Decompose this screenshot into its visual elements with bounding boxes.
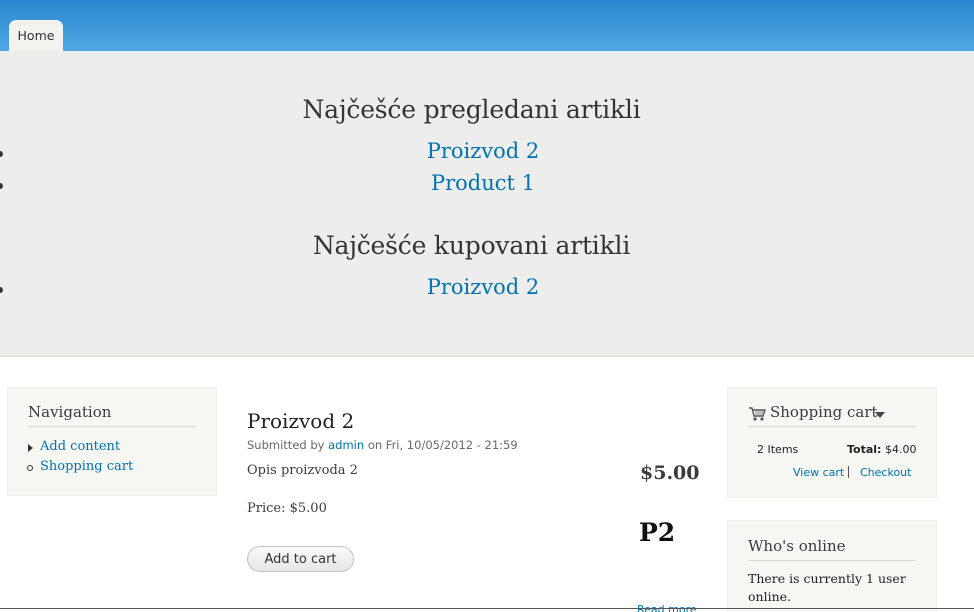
whos-online-text: There is currently 1 user online.	[748, 571, 906, 604]
expanded-arrow-icon	[28, 444, 33, 452]
submitted-info: Submitted by admin on Fri, 10/05/2012 - …	[247, 438, 518, 452]
most-viewed-heading: Najčešće pregledani artikli	[302, 95, 641, 124]
featured-region: Najčešće pregledani artikli Proizvod 2 P…	[0, 51, 974, 357]
whos-online-block: Who's online There is currently 1 user o…	[727, 520, 937, 612]
whos-online-title: Who's online	[748, 537, 846, 555]
author-link[interactable]: admin	[328, 438, 364, 452]
node-title[interactable]: Proizvod 2	[247, 409, 354, 433]
most-bought-item[interactable]: Proizvod 2	[0, 275, 966, 299]
display-price: $5.00	[640, 462, 700, 484]
navigation-divider	[28, 426, 196, 427]
most-bought-heading: Najčešće kupovani artikli	[312, 231, 631, 260]
submitted-prefix: Submitted by	[247, 438, 325, 452]
most-viewed-item[interactable]: Product 1	[0, 171, 966, 195]
chevron-down-icon[interactable]	[875, 412, 885, 418]
navigation-block: Navigation Add content Shopping cart	[7, 387, 217, 496]
price-value: $5.00	[289, 501, 327, 516]
nav-item-add-content[interactable]: Add content	[40, 439, 120, 454]
header-bar: Home	[0, 0, 974, 51]
cart-total-value: $4.00	[884, 443, 917, 456]
cart-title[interactable]: Shopping cart	[770, 403, 878, 421]
cart-icon	[749, 407, 766, 421]
nav-item-shopping-cart[interactable]: Shopping cart	[40, 459, 133, 474]
bottom-divider	[0, 608, 974, 609]
product-sku: P2	[639, 518, 676, 547]
cart-link-separator	[848, 466, 849, 478]
price-label: Price:	[247, 501, 286, 516]
view-cart-link[interactable]: View cart	[793, 466, 844, 479]
add-to-cart-button[interactable]: Add to cart	[247, 546, 354, 572]
navigation-title: Navigation	[28, 403, 112, 421]
shopping-cart-block: Shopping cart 2 Items Total: $4.00 View …	[727, 387, 937, 498]
cart-item-count: 2 Items	[757, 443, 799, 456]
tab-home[interactable]: Home	[9, 20, 63, 51]
submitted-date: on Fri, 10/05/2012 - 21:59	[367, 438, 518, 452]
most-viewed-item[interactable]: Proizvod 2	[0, 139, 966, 163]
leaf-circle-icon	[27, 465, 33, 471]
whos-online-divider	[748, 560, 916, 561]
price-field: Price: $5.00	[247, 501, 327, 516]
cart-total-label: Total:	[847, 443, 882, 456]
node-body: Opis proizvoda 2	[247, 463, 358, 478]
cart-total: Total: $4.00	[847, 443, 916, 456]
cart-divider	[748, 426, 916, 427]
checkout-link[interactable]: Checkout	[860, 466, 911, 479]
